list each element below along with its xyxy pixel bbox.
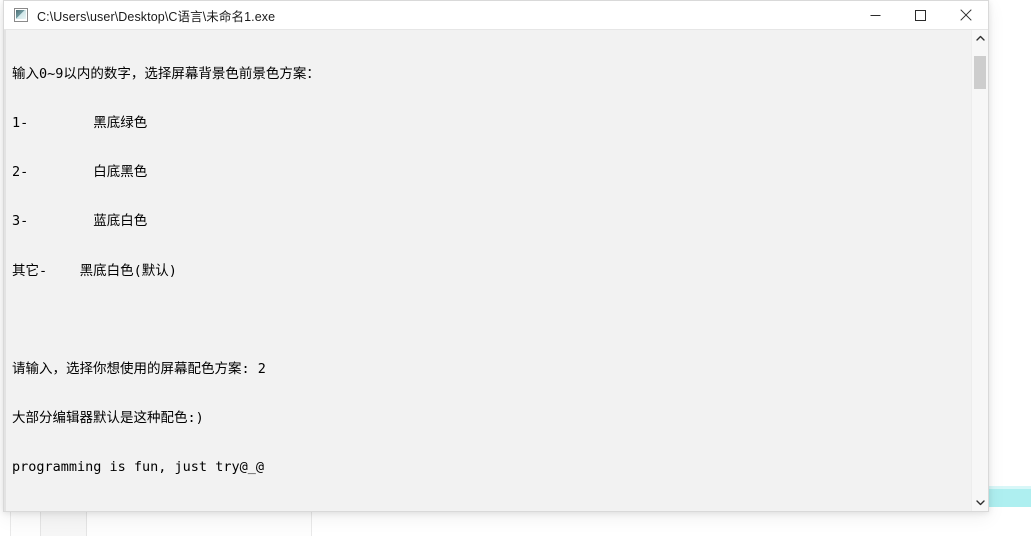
chevron-up-icon[interactable]	[972, 30, 988, 47]
maximize-button[interactable]	[898, 1, 943, 29]
console-text-buffer: 输入0~9以内的数字，选择屏幕背景色前景色方案： 1- 黑底绿色 2- 白底黑色…	[4, 33, 971, 511]
console-line: 2- 白底黑色	[12, 164, 148, 181]
console-line-prompt: 请输入，选择你想使用的屏幕配色方案: 2	[12, 361, 266, 378]
console-body[interactable]: 输入0~9以内的数字，选择屏幕背景色前景色方案： 1- 黑底绿色 2- 白底黑色…	[4, 29, 988, 511]
console-window[interactable]: C:\Users\user\Desktop\C语言\未命名1.exe 输入0~9…	[3, 0, 989, 512]
console-line: 其它- 黑底白色(默认)	[12, 262, 177, 279]
vertical-scrollbar[interactable]	[971, 30, 988, 511]
desktop-background: C:\Users\user\Desktop\C语言\未命名1.exe 输入0~9…	[0, 0, 1031, 536]
console-line-blank	[12, 312, 971, 328]
console-line-blank	[12, 509, 971, 511]
window-title: C:\Users\user\Desktop\C语言\未命名1.exe	[37, 9, 276, 24]
console-line: programming is fun, just try@_@	[12, 459, 264, 476]
window-controls[interactable]	[853, 1, 988, 29]
scrollbar-thumb[interactable]	[974, 56, 986, 89]
titlebar[interactable]: C:\Users\user\Desktop\C语言\未命名1.exe	[4, 1, 988, 29]
scrollbar-track[interactable]	[972, 47, 988, 494]
background-accent-strip	[988, 489, 1031, 507]
console-output-area[interactable]: 输入0~9以内的数字，选择屏幕背景色前景色方案： 1- 黑底绿色 2- 白底黑色…	[4, 30, 971, 511]
chevron-down-icon[interactable]	[972, 494, 988, 511]
console-line: 大部分编辑器默认是这种配色:)	[12, 410, 204, 427]
background-window-outline-secondary	[40, 508, 87, 536]
console-line: 输入0~9以内的数字，选择屏幕背景色前景色方案：	[12, 65, 320, 82]
console-app-icon	[13, 7, 29, 23]
minimize-button[interactable]	[853, 1, 898, 29]
console-line: 3- 蓝底白色	[12, 213, 148, 230]
console-line: 1- 黑底绿色	[12, 115, 148, 132]
close-button[interactable]	[943, 1, 988, 29]
